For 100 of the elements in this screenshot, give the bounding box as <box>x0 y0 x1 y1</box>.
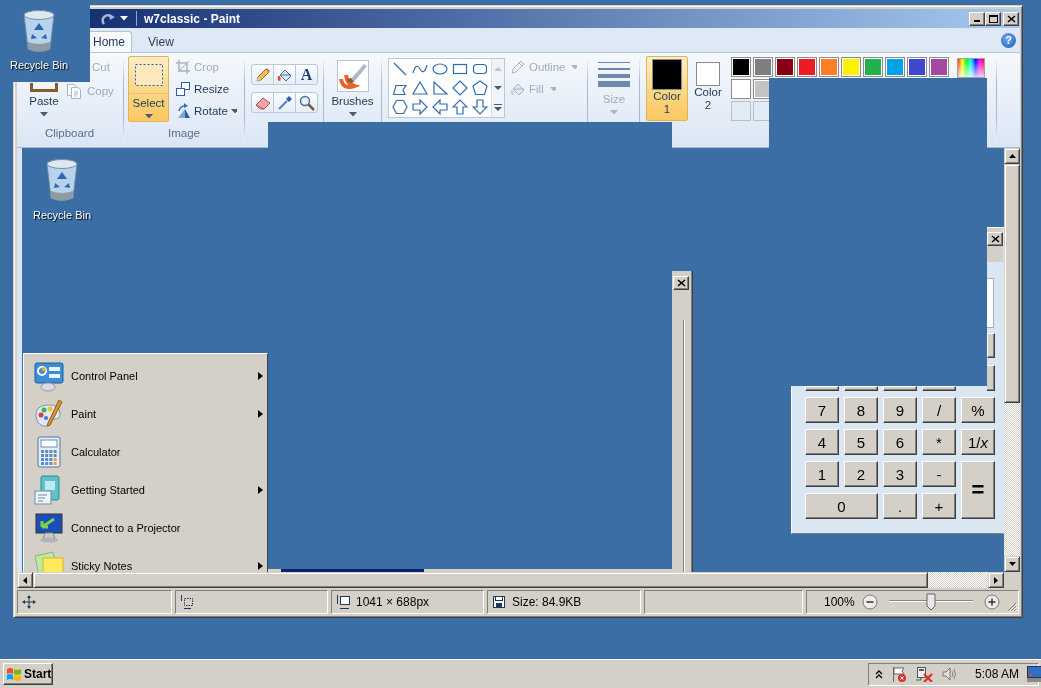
calculator-key[interactable]: 4 <box>805 429 839 455</box>
right-arrow-icon[interactable] <box>412 98 428 115</box>
calculator-key[interactable]: 5 <box>844 429 878 455</box>
caret-icon[interactable] <box>120 16 128 21</box>
calculator-key[interactable]: = <box>961 461 995 519</box>
paste-button[interactable]: Paste <box>26 83 62 122</box>
scroll-down-icon[interactable] <box>494 84 502 91</box>
desktop-icon-label[interactable]: Recycle Bin <box>32 209 92 221</box>
minimize-button[interactable] <box>969 11 985 26</box>
color-swatch[interactable] <box>753 79 769 99</box>
color-button[interactable]: Color 1 <box>646 56 688 121</box>
chevron-up-icon[interactable] <box>875 669 883 679</box>
slider-thumb[interactable] <box>925 593 936 611</box>
calculator-key[interactable]: 1 <box>805 461 839 487</box>
color-swatch[interactable] <box>929 57 949 77</box>
expand-gallery-icon[interactable] <box>494 103 502 111</box>
calculator-key[interactable]: 0 <box>805 493 878 519</box>
desktop-icon-label[interactable]: Recycle Bin <box>9 59 69 71</box>
left-arrow-icon[interactable] <box>432 98 448 115</box>
color-swatch[interactable] <box>819 57 839 77</box>
file-size: Size: 84.9KB <box>512 595 582 609</box>
color-button[interactable]: Color 2 <box>692 56 724 121</box>
brushes-button[interactable]: Brushes <box>329 56 376 122</box>
scroll-up-button[interactable] <box>1004 148 1020 164</box>
recycle-bin-icon[interactable] <box>44 157 80 203</box>
calculator-key[interactable]: 8 <box>844 397 878 423</box>
calculator-key[interactable]: 6 <box>883 429 917 455</box>
calculator-key[interactable] <box>844 386 878 391</box>
triangle-icon[interactable] <box>412 79 428 96</box>
resize-button[interactable]: Resize <box>173 78 230 100</box>
pentagon-icon[interactable] <box>472 79 488 96</box>
calculator-key[interactable]: - <box>922 461 956 487</box>
calculator-key[interactable] <box>922 386 956 391</box>
scrollbar-thumb[interactable] <box>1004 164 1020 403</box>
scrollbar-thumb[interactable] <box>33 572 928 588</box>
line-icon[interactable] <box>392 60 408 77</box>
empty-swatch[interactable] <box>753 101 769 121</box>
clock[interactable]: 5:08 AM <box>975 667 1020 681</box>
empty-swatch[interactable] <box>731 101 751 121</box>
eraser-button[interactable] <box>251 92 274 113</box>
color-swatch[interactable] <box>775 57 795 77</box>
scroll-right-button[interactable] <box>988 572 1004 588</box>
oval-icon[interactable] <box>432 60 448 77</box>
calculator-key[interactable]: . <box>883 493 917 519</box>
close-button[interactable] <box>987 232 1003 246</box>
color-swatch[interactable] <box>863 57 883 77</box>
pencil-button[interactable] <box>251 64 274 85</box>
calculator-key[interactable]: * <box>922 429 956 455</box>
flag-icon[interactable] <box>891 666 907 682</box>
calculator-key[interactable]: 1/x <box>961 429 995 455</box>
resize-grip-icon[interactable] <box>1006 601 1017 612</box>
maximize-button[interactable] <box>985 11 1001 26</box>
calculator-key[interactable]: 2 <box>844 461 878 487</box>
color-spectrum-icon[interactable] <box>957 58 985 78</box>
calculator-key[interactable] <box>883 386 917 391</box>
calculator-key[interactable] <box>987 333 995 358</box>
color-swatch[interactable] <box>753 57 773 77</box>
zoom-out-button[interactable] <box>861 594 878 610</box>
close-button[interactable] <box>673 276 689 290</box>
right-triangle-icon[interactable] <box>432 79 448 96</box>
color-swatch[interactable] <box>731 79 751 99</box>
menu-item[interactable]: Connect to a Projector <box>24 509 267 547</box>
calculator-key[interactable] <box>805 386 839 391</box>
color-swatch[interactable] <box>907 57 927 77</box>
calculator-key[interactable]: 7 <box>805 397 839 423</box>
calculator-key[interactable]: % <box>961 397 995 423</box>
color-swatch[interactable] <box>797 57 817 77</box>
color-picker-button[interactable] <box>273 92 296 113</box>
show-desktop-icon[interactable] <box>1027 666 1041 682</box>
menu-item[interactable]: Calculator <box>24 433 267 471</box>
calculator-key[interactable]: / <box>922 397 956 423</box>
down-arrow-icon[interactable] <box>472 98 488 115</box>
menu-item[interactable]: Paint <box>24 395 267 433</box>
up-arrow-icon[interactable] <box>452 98 468 115</box>
calculator-key[interactable]: + <box>922 493 956 519</box>
menu-item[interactable]: Getting Started <box>24 471 267 509</box>
calculator-key[interactable]: 9 <box>883 397 917 423</box>
magnifier-button[interactable] <box>295 92 318 113</box>
crop-icon <box>175 59 191 75</box>
color-swatch[interactable] <box>731 57 751 77</box>
rotate-button[interactable]: Rotate <box>173 100 237 122</box>
calculator-key[interactable]: 3 <box>883 461 917 487</box>
computer-icon[interactable] <box>915 666 933 682</box>
fill-button[interactable] <box>273 64 296 85</box>
calculator-key[interactable] <box>987 365 995 391</box>
recycle-bin-icon[interactable] <box>21 8 57 54</box>
close-button[interactable] <box>1003 11 1019 26</box>
scroll-left-button[interactable] <box>17 572 33 588</box>
zoom-in-button[interactable] <box>983 594 1000 610</box>
menu-item[interactable]: Control Panel <box>24 357 267 395</box>
select-button[interactable]: Select <box>128 56 169 122</box>
color-swatch[interactable] <box>885 57 905 77</box>
start-button[interactable]: Start <box>3 663 53 685</box>
diamond-icon[interactable] <box>452 79 468 96</box>
color-swatch[interactable] <box>841 57 861 77</box>
hexagon-icon[interactable] <box>392 98 408 115</box>
speaker-icon[interactable] <box>941 666 957 682</box>
scroll-down-button[interactable] <box>1004 556 1020 572</box>
ribbon-tab[interactable]: View <box>141 31 181 52</box>
text-tool-button[interactable]: A <box>295 64 318 85</box>
